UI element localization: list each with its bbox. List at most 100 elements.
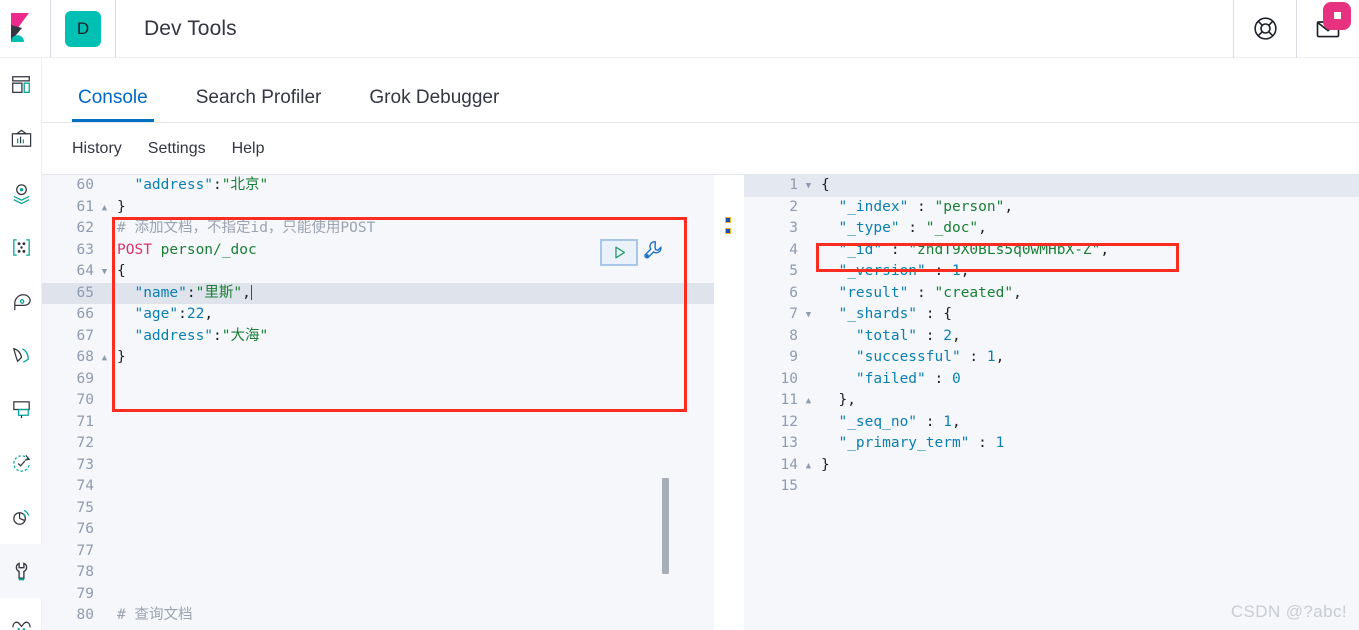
code-line: 11 ▲ }, bbox=[744, 390, 1359, 412]
line-number: 65 bbox=[76, 284, 94, 301]
code-line: 14 ▲} bbox=[744, 455, 1359, 477]
graph-icon bbox=[12, 238, 30, 256]
fold-toggle-icon[interactable]: ▲ bbox=[98, 197, 111, 219]
code-line[interactable]: 75 bbox=[42, 498, 714, 520]
line-text: "failed" : 0 bbox=[855, 370, 961, 387]
code-line[interactable]: 79 bbox=[42, 584, 714, 606]
line-text bbox=[111, 519, 117, 541]
code-line[interactable]: 74 bbox=[42, 476, 714, 498]
notifications-button[interactable] bbox=[1297, 0, 1359, 58]
tab-console[interactable]: Console bbox=[72, 87, 154, 122]
line-text bbox=[111, 541, 117, 563]
fold-toggle-icon bbox=[802, 240, 815, 262]
fold-toggle-icon bbox=[802, 326, 815, 348]
sidebar-item-logs[interactable] bbox=[0, 328, 42, 382]
sidebar-item-visualize[interactable] bbox=[0, 112, 42, 166]
code-line[interactable]: 68 ▲} bbox=[42, 347, 714, 369]
fold-toggle-icon bbox=[802, 476, 815, 498]
response-viewer[interactable]: 1 ▼{2 "_index" : "person", 3 "_type" : "_d… bbox=[744, 175, 1359, 630]
code-line: 3 "_type" : "_doc", bbox=[744, 218, 1359, 240]
code-line[interactable]: 67 "address":"大海" bbox=[42, 326, 714, 348]
sidebar-item-graph[interactable] bbox=[0, 220, 42, 274]
line-text: "address":"北京" bbox=[134, 177, 269, 193]
subnav-history[interactable]: History bbox=[72, 140, 122, 158]
line-text: "_id" : "zhdT9X0BLs5q0wMHbX-Z", bbox=[838, 241, 1110, 258]
sidebar-item-canvas[interactable] bbox=[0, 274, 42, 328]
code-line[interactable]: 73 bbox=[42, 455, 714, 477]
request-options-button[interactable] bbox=[642, 239, 664, 266]
fold-toggle-icon bbox=[98, 326, 111, 348]
code-line: 6 "result" : "created", bbox=[744, 283, 1359, 305]
kibana-logo[interactable] bbox=[0, 11, 50, 47]
line-number: 11 bbox=[780, 392, 798, 408]
code-line[interactable]: 69 bbox=[42, 369, 714, 391]
code-line[interactable]: 61 ▲} bbox=[42, 197, 714, 219]
line-text: } bbox=[117, 198, 126, 215]
fold-toggle-icon[interactable]: ▲ bbox=[802, 455, 815, 477]
line-number: 72 bbox=[76, 435, 94, 451]
fold-toggle-icon[interactable]: ▲ bbox=[802, 390, 815, 412]
request-editor-scrollbar[interactable] bbox=[662, 478, 669, 574]
line-text bbox=[111, 498, 117, 520]
fold-toggle-icon bbox=[802, 433, 815, 455]
dashboard-icon bbox=[12, 76, 30, 93]
line-number: 77 bbox=[76, 542, 94, 559]
code-line[interactable]: 70 bbox=[42, 390, 714, 412]
pane-resizer[interactable] bbox=[714, 175, 744, 630]
run-request-button[interactable] bbox=[600, 239, 638, 266]
sidebar-item-dev-tools[interactable] bbox=[0, 544, 42, 598]
sidebar-item-uptime[interactable] bbox=[0, 436, 42, 490]
code-line[interactable]: 78 bbox=[42, 562, 714, 584]
subnav-help[interactable]: Help bbox=[232, 140, 265, 158]
line-number: 61 bbox=[76, 198, 94, 215]
line-text: { bbox=[821, 177, 830, 193]
dev-tools-wrench-icon bbox=[15, 561, 27, 580]
fold-toggle-icon[interactable]: ▼ bbox=[802, 175, 815, 197]
code-line[interactable]: 65 "name":"里斯", bbox=[42, 282, 714, 304]
fold-toggle-icon[interactable]: ▼ bbox=[802, 304, 815, 326]
space-avatar[interactable]: D bbox=[65, 10, 101, 47]
code-line[interactable]: 77 bbox=[42, 541, 714, 563]
code-line[interactable]: 66 "age":22, bbox=[42, 304, 714, 326]
tab-search-profiler[interactable]: Search Profiler bbox=[190, 87, 328, 122]
code-line[interactable]: 72 bbox=[42, 433, 714, 455]
header-divider-2 bbox=[115, 0, 116, 58]
help-button[interactable] bbox=[1234, 0, 1296, 58]
tab-bar: Console Search Profiler Grok Debugger bbox=[42, 58, 1359, 123]
line-text: "successful" : 1, bbox=[855, 349, 1005, 365]
sidebar-item-maps[interactable] bbox=[0, 166, 42, 220]
code-line: 7 ▼ "_shards" : { bbox=[744, 304, 1359, 326]
sidebar-item-infrastructure[interactable] bbox=[0, 382, 42, 436]
code-line[interactable]: 71 bbox=[42, 412, 714, 434]
line-number: 4 bbox=[789, 241, 798, 258]
line-text bbox=[111, 390, 117, 412]
code-line[interactable]: 76 bbox=[42, 519, 714, 541]
line-text: "result" : "created", bbox=[838, 284, 1022, 301]
line-text: } bbox=[821, 456, 830, 473]
code-line[interactable]: 80 # 查询文档 bbox=[42, 605, 714, 627]
line-text bbox=[111, 369, 117, 391]
line-text: # 查询文档 bbox=[117, 607, 193, 623]
code-line[interactable]: 62 # 添加文档，不指定id，只能使用POST bbox=[42, 218, 714, 240]
fold-toggle-icon bbox=[98, 519, 111, 541]
tab-grok-debugger[interactable]: Grok Debugger bbox=[363, 87, 505, 122]
line-number: 67 bbox=[76, 327, 94, 344]
watermark: CSDN @?abc! bbox=[1230, 602, 1347, 621]
fold-toggle-icon bbox=[98, 498, 111, 520]
code-line: 10 "failed" : 0 bbox=[744, 369, 1359, 391]
subnav-settings[interactable]: Settings bbox=[148, 140, 206, 158]
fold-toggle-icon[interactable]: ▲ bbox=[98, 347, 111, 369]
fold-toggle-icon bbox=[98, 584, 111, 606]
fold-toggle-icon[interactable]: ▼ bbox=[98, 261, 111, 283]
sidebar-item-dashboard[interactable] bbox=[0, 58, 42, 112]
line-text: "_index" : "person", bbox=[838, 198, 1014, 215]
code-line[interactable]: 60 "address":"北京" bbox=[42, 175, 714, 197]
code-line: 9 "successful" : 1, bbox=[744, 347, 1359, 369]
sidebar-item-management[interactable] bbox=[0, 598, 42, 630]
request-actions bbox=[600, 239, 664, 266]
sidebar-item-apm[interactable] bbox=[0, 490, 42, 544]
management-icon bbox=[11, 621, 31, 630]
line-number: 73 bbox=[76, 456, 94, 473]
request-editor[interactable]: 60 "address":"北京" 61 ▲} 62 # 添加文档，不指定id，只能使用… bbox=[42, 175, 714, 630]
line-text bbox=[815, 476, 821, 498]
